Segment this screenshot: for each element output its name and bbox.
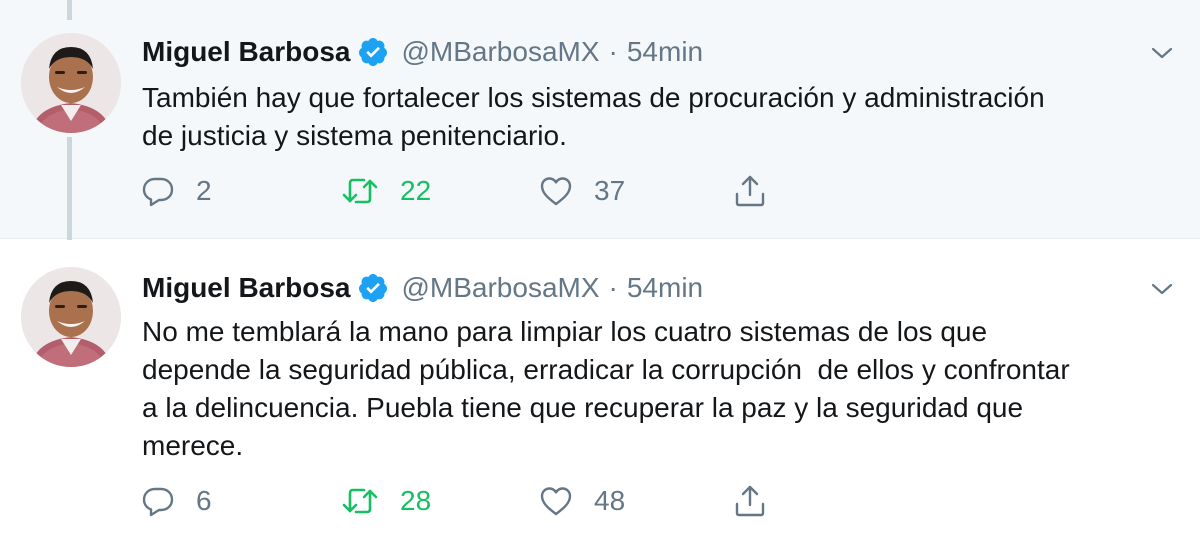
tweet-thread: Miguel Barbosa @MBarbosaMX · 54min Tambi… <box>0 0 1200 554</box>
retweet-icon <box>340 483 380 519</box>
like-count: 48 <box>594 485 626 516</box>
tweet[interactable]: Miguel Barbosa @MBarbosaMX · 54min Tambi… <box>0 0 1200 256</box>
thread-connector-line <box>67 0 72 20</box>
chevron-down-icon[interactable] <box>1150 280 1174 298</box>
tweet-actions: 2 22 37 <box>140 171 780 211</box>
display-name[interactable]: Miguel Barbosa <box>142 272 350 304</box>
retweet-button[interactable]: 28 <box>340 481 431 521</box>
retweet-count: 22 <box>400 175 432 206</box>
separator-dot: · <box>608 272 618 303</box>
timestamp[interactable]: 54min <box>627 36 703 68</box>
user-handle[interactable]: @MBarbosaMX <box>401 272 599 304</box>
tweet-actions: 6 28 48 <box>140 481 780 521</box>
timestamp[interactable]: 54min <box>627 272 703 304</box>
tweet-text: También hay que fortalecer los sistemas … <box>142 82 1045 151</box>
tweet-header: Miguel Barbosa @MBarbosaMX · 54min <box>142 34 703 70</box>
thread-connector-line <box>67 137 72 256</box>
reply-bubble-icon <box>140 173 176 209</box>
verified-badge-icon <box>357 36 389 68</box>
tweet[interactable]: Miguel Barbosa @MBarbosaMX · 54min No me… <box>0 240 1200 554</box>
like-button[interactable]: 48 <box>538 481 625 521</box>
share-upload-icon <box>732 483 768 519</box>
retweet-count: 28 <box>400 485 432 516</box>
reply-count: 2 <box>196 175 212 206</box>
share-button[interactable] <box>732 171 768 211</box>
like-count: 37 <box>594 175 626 206</box>
user-handle[interactable]: @MBarbosaMX <box>401 36 599 68</box>
like-button[interactable]: 37 <box>538 171 625 211</box>
verified-badge-icon <box>357 272 389 304</box>
chevron-down-icon[interactable] <box>1150 44 1174 62</box>
avatar[interactable] <box>21 267 121 367</box>
retweet-icon <box>340 173 380 209</box>
reply-bubble-icon <box>140 483 176 519</box>
heart-icon <box>538 173 574 209</box>
share-button[interactable] <box>732 481 768 521</box>
reply-count: 6 <box>196 485 212 516</box>
reply-button[interactable]: 6 <box>140 481 212 521</box>
avatar[interactable] <box>21 33 121 133</box>
separator-dot: · <box>608 36 618 67</box>
tweet-header: Miguel Barbosa @MBarbosaMX · 54min <box>142 270 703 306</box>
reply-button[interactable]: 2 <box>140 171 212 211</box>
tweet-text: No me temblará la mano para limpiar los … <box>142 316 1070 461</box>
retweet-button[interactable]: 22 <box>340 171 431 211</box>
share-upload-icon <box>732 173 768 209</box>
heart-icon <box>538 483 574 519</box>
display-name[interactable]: Miguel Barbosa <box>142 36 350 68</box>
